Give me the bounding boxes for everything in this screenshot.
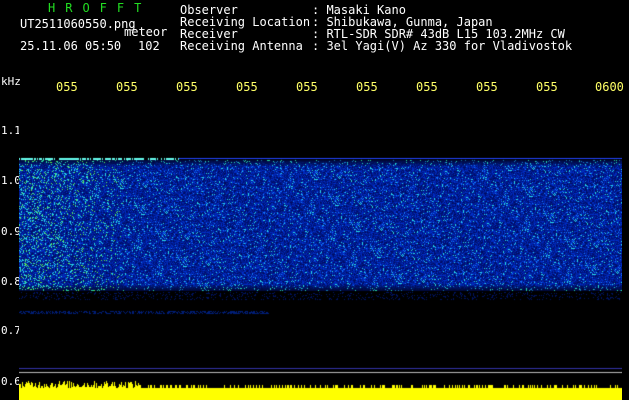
x-tick-10: 0600: [595, 80, 624, 94]
y-tick-1-0: 1.0: [1, 174, 21, 187]
y-axis-unit: kHz: [1, 75, 21, 88]
meteor-count: 102: [138, 39, 160, 53]
x-tick-1: 055: [56, 80, 78, 94]
antenna-value: : 3el Yagi(V) Az 330 for Vladivostok: [312, 39, 573, 53]
y-tick-0-9: 0.9: [1, 225, 21, 238]
station-name: HROFFT: [48, 1, 152, 15]
mode-label: meteor: [124, 25, 168, 39]
x-tick-9: 055: [536, 80, 558, 94]
spectrogram: [19, 96, 622, 400]
y-tick-0-7: 0.7: [1, 324, 21, 337]
x-tick-7: 055: [416, 80, 438, 94]
y-tick-1-1: 1.1: [1, 124, 21, 137]
x-tick-3: 055: [176, 80, 198, 94]
x-tick-6: 055: [356, 80, 378, 94]
x-tick-8: 055: [476, 80, 498, 94]
x-tick-2: 055: [116, 80, 138, 94]
antenna-label: Receiving Antenna: [180, 39, 303, 53]
x-tick-5: 055: [296, 80, 318, 94]
x-tick-4: 055: [236, 80, 258, 94]
y-tick-0-8: 0.8: [1, 275, 21, 288]
y-tick-0-6: 0.6: [1, 375, 21, 388]
file-name: UT2511060550.png: [20, 17, 136, 31]
datetime: 25.11.06 05:50: [20, 39, 122, 53]
